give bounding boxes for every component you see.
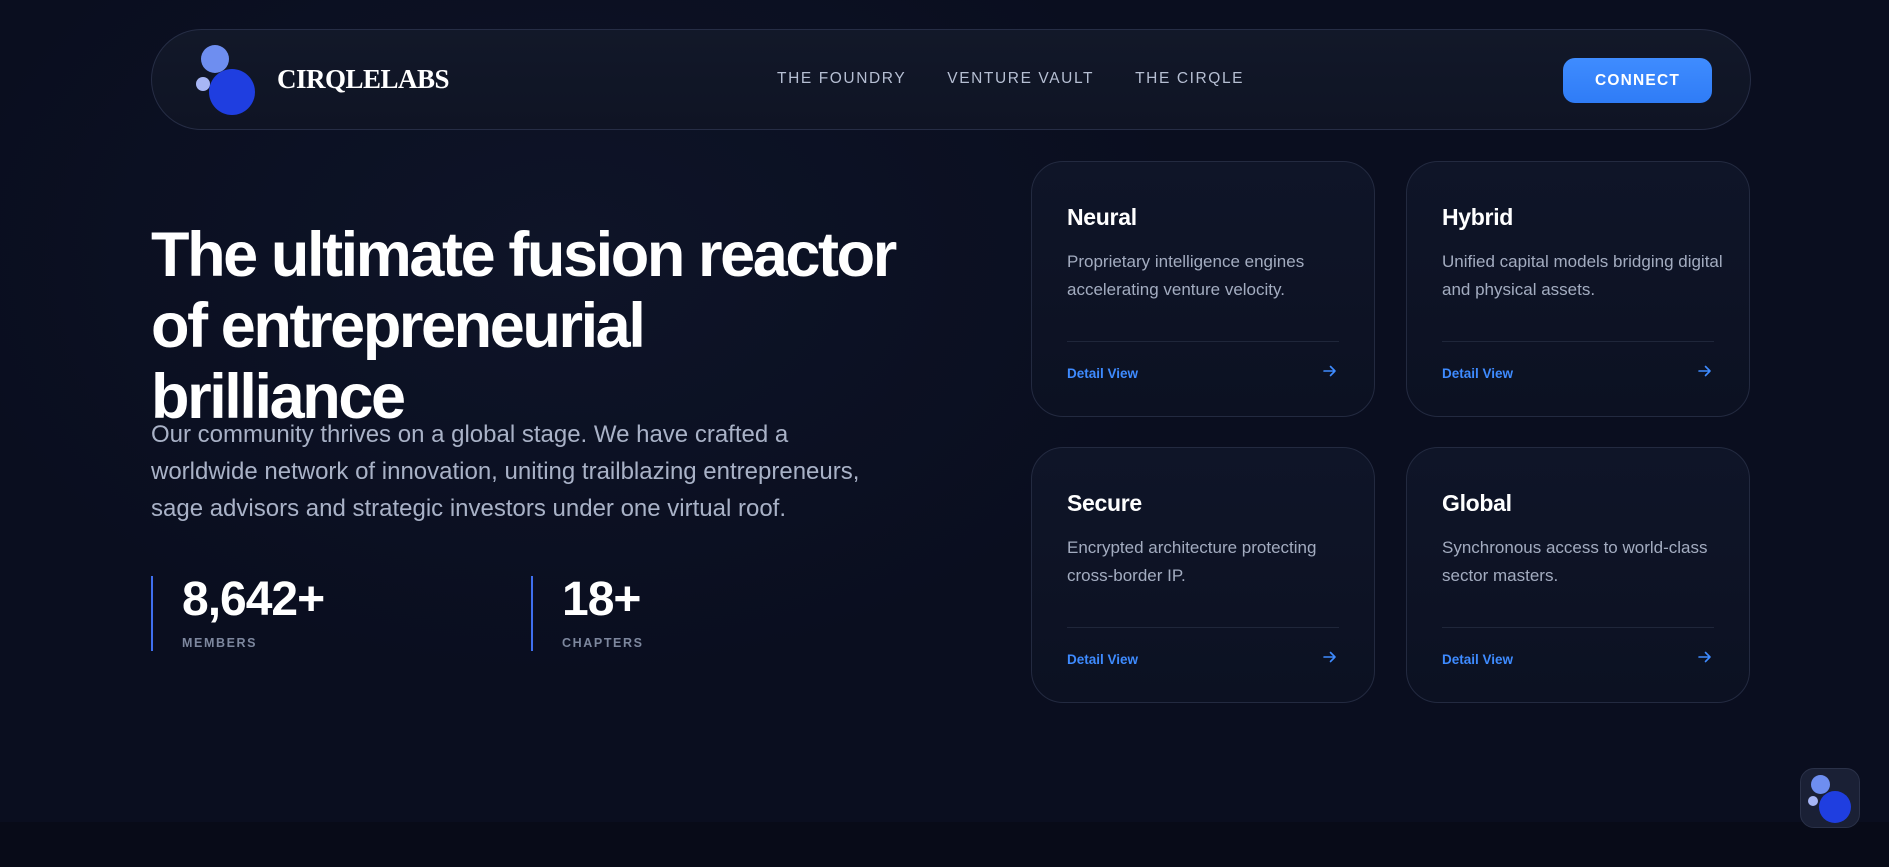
navbar: CIRQLELABS THE FOUNDRY VENTURE VAULT THE… <box>151 29 1751 130</box>
stat-members-value: 8,642+ <box>182 573 325 626</box>
detail-view-link[interactable]: Detail View <box>1067 652 1138 667</box>
hero-title: The ultimate fusion reactor of entrepren… <box>151 220 911 433</box>
stat-chapters-label: CHAPTERS <box>562 636 644 650</box>
detail-view-link[interactable]: Detail View <box>1442 652 1513 667</box>
detail-view-link[interactable]: Detail View <box>1442 366 1513 381</box>
feature-card-global: Global Synchronous access to world-class… <box>1406 447 1750 703</box>
card-divider <box>1067 341 1339 342</box>
card-divider <box>1067 627 1339 628</box>
arrow-right-icon[interactable] <box>1694 646 1716 668</box>
nav-links: THE FOUNDRY VENTURE VAULT THE CIRQLE <box>777 70 1244 88</box>
logo-dot-icon <box>196 77 210 91</box>
card-title: Secure <box>1067 490 1142 516</box>
widget-circle-large-icon <box>1819 791 1851 823</box>
card-title: Hybrid <box>1442 204 1514 230</box>
card-title: Global <box>1442 490 1512 516</box>
nav-link-venture-vault[interactable]: VENTURE VAULT <box>947 70 1094 88</box>
widget-dot-icon <box>1808 796 1818 806</box>
card-description: Unified capital models bridging digital … <box>1442 252 1723 299</box>
stat-chapters: 18+ CHAPTERS <box>531 573 644 651</box>
nav-link-the-cirqle[interactable]: THE CIRQLE <box>1135 70 1244 88</box>
arrow-right-icon[interactable] <box>1319 646 1341 668</box>
stat-chapters-value: 18+ <box>562 573 641 626</box>
logo-circle-large-icon <box>209 69 255 115</box>
cirqle-logo-icon[interactable] <box>196 45 258 115</box>
cirqle-widget-icon[interactable] <box>1800 768 1860 828</box>
hero-description: Our community thrives on a global stage.… <box>151 421 860 522</box>
stat-members-label: MEMBERS <box>182 636 258 650</box>
arrow-right-icon[interactable] <box>1319 360 1341 382</box>
page-footer-band <box>0 822 1889 867</box>
feature-card-hybrid: Hybrid Unified capital models bridging d… <box>1406 161 1750 417</box>
card-divider <box>1442 627 1714 628</box>
card-description: Proprietary intelligence engines acceler… <box>1067 252 1305 299</box>
feature-card-secure: Secure Encrypted architecture protecting… <box>1031 447 1375 703</box>
stat-members: 8,642+ MEMBERS <box>151 573 325 651</box>
card-divider <box>1442 341 1714 342</box>
feature-card-neural: Neural Proprietary intelligence engines … <box>1031 161 1375 417</box>
arrow-right-icon[interactable] <box>1694 360 1716 382</box>
brand-name[interactable]: CIRQLELABS <box>277 64 450 95</box>
card-description: Synchronous access to world-class sector… <box>1442 538 1708 585</box>
widget-circle-small-icon <box>1811 775 1830 794</box>
nav-link-the-foundry[interactable]: THE FOUNDRY <box>777 70 906 88</box>
logo-circle-small-icon <box>201 45 229 73</box>
detail-view-link[interactable]: Detail View <box>1067 366 1138 381</box>
connect-button[interactable]: CONNECT <box>1563 58 1712 103</box>
card-title: Neural <box>1067 204 1137 230</box>
hero-title-line-2: of entrepreneurial brilliance <box>151 291 646 432</box>
card-description: Encrypted architecture protecting cross-… <box>1067 538 1317 585</box>
hero-title-line-1: The ultimate fusion reactor <box>151 220 897 290</box>
